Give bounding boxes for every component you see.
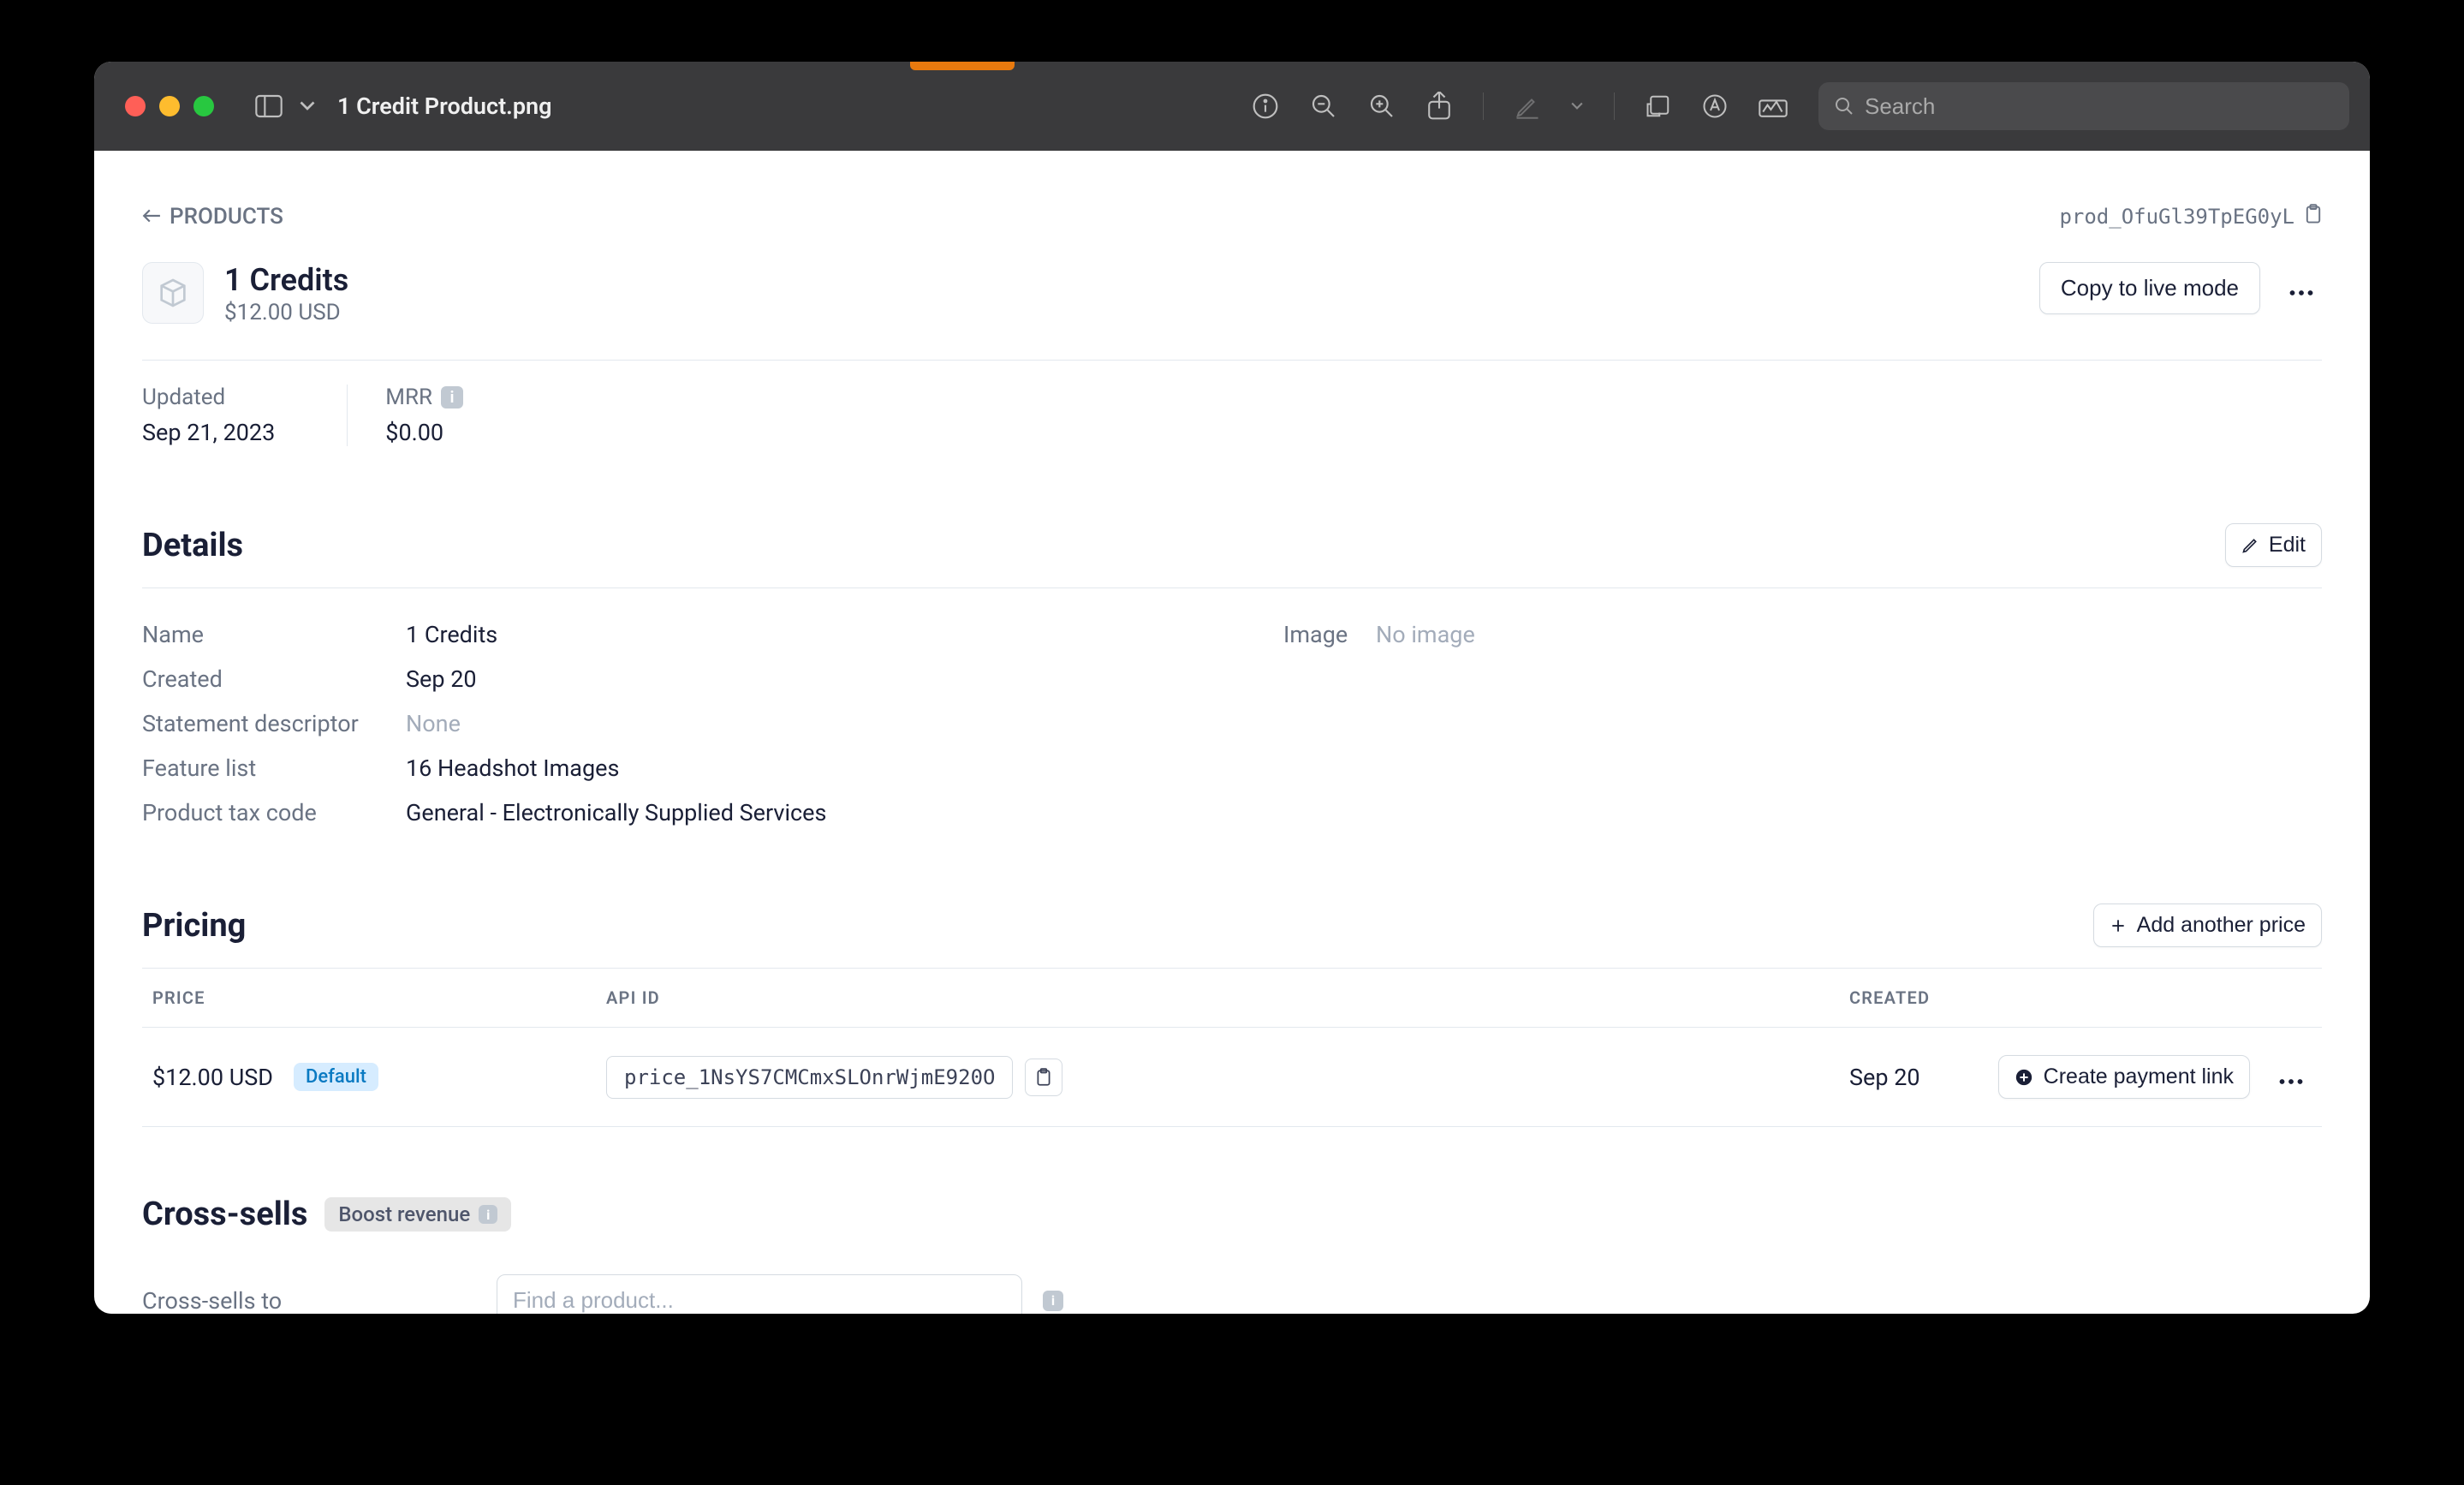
window-close-button[interactable] [125,96,146,116]
header-overflow-button[interactable] [2281,268,2322,308]
product-header: 1 Credits $12.00 USD Copy to live mode [142,262,2322,325]
boost-label: Boost revenue [338,1202,470,1226]
create-link-label: Create payment link [2044,1065,2234,1089]
search-icon [1834,96,1854,116]
window-title: 1 Credit Product.png [337,92,551,120]
sidebar-toggle-icon[interactable] [255,94,283,118]
detail-image-label: Image [1283,621,1376,648]
adjust-icon[interactable] [1759,94,1788,118]
add-price-button[interactable]: Add another price [2093,904,2322,947]
create-payment-link-button[interactable]: Create payment link [1998,1055,2250,1099]
info-icon[interactable] [1252,92,1279,120]
head-price: PRICE [152,987,606,1008]
detail-feat-label: Feature list [142,754,406,782]
row-price: $12.00 USD [152,1064,273,1091]
pricing-row[interactable]: $12.00 USD Default price_1NsYS7CMCmxSLOn… [142,1028,2322,1127]
section-head-details: Details Edit [142,523,2322,567]
edit-button[interactable]: Edit [2225,523,2322,567]
cross-sells-row: Cross-sells to i [142,1274,2322,1314]
info-tooltip-icon[interactable]: i [441,386,463,409]
pricing-table-head: PRICE API ID CREATED [142,969,2322,1028]
toolbar-divider [1614,92,1615,120]
info-tooltip-icon[interactable]: i [1043,1291,1063,1311]
edit-button-label: Edit [2269,533,2306,558]
breadcrumb-row: PRODUCTS prod_OfuGl39TpEG0yL [142,204,2322,230]
chevron-down-small-icon[interactable] [1571,102,1583,110]
search-input[interactable] [1865,93,2334,120]
share-icon[interactable] [1426,92,1452,121]
section-head-cross-sells: Cross-sells Boost revenue i [142,1196,2322,1233]
product-id: prod_OfuGl39TpEG0yL [2059,205,2294,229]
detail-feat-value: 16 Headshot Images [406,754,619,782]
cross-sells-input[interactable] [497,1274,1022,1314]
rotate-icon[interactable] [1646,93,1671,119]
stat-mrr: MRR i $0.00 [347,385,501,446]
divider [142,587,2322,588]
product-cube-icon [142,262,204,324]
stat-mrr-label: MRR [385,385,432,410]
row-overflow-button[interactable] [2271,1057,2312,1097]
stat-updated-label: Updated [142,385,275,410]
section-title-pricing: Pricing [142,907,246,945]
add-price-label: Add another price [2137,913,2306,938]
cross-sells-to-label: Cross-sells to [142,1287,476,1315]
test-mode-clip [910,62,1015,70]
window-maximize-button[interactable] [193,96,214,116]
head-api: API ID [606,987,1849,1008]
detail-tax-label: Product tax code [142,799,406,826]
stats-row: Updated Sep 21, 2023 MRR i $0.00 [142,361,2322,491]
traffic-lights [125,96,214,116]
copy-to-live-button[interactable]: Copy to live mode [2039,262,2260,314]
detail-stmt-value: None [406,710,461,737]
detail-image-value: No image [1376,621,1475,648]
page-content: PRODUCTS prod_OfuGl39TpEG0yL 1 Credits $… [94,151,2370,1314]
detail-name-label: Name [142,621,406,648]
product-id-wrap: prod_OfuGl39TpEG0yL [2059,204,2322,230]
markup-icon[interactable] [1702,93,1728,119]
app-window: 1 Credit Product.png [94,62,2370,1314]
boost-revenue-badge: Boost revenue i [324,1197,511,1232]
info-tooltip-icon[interactable]: i [479,1205,497,1224]
stat-updated-value: Sep 21, 2023 [142,419,275,446]
copy-api-id-button[interactable] [1025,1059,1062,1096]
zoom-in-icon[interactable] [1368,92,1396,120]
detail-stmt-label: Statement descriptor [142,710,406,737]
chevron-down-icon[interactable] [300,101,315,111]
zoom-out-icon[interactable] [1310,92,1337,120]
window-minimize-button[interactable] [159,96,180,116]
arrow-left-icon [142,204,161,230]
clipboard-icon[interactable] [2305,204,2322,230]
product-title: 1 Credits [224,262,348,298]
search-field[interactable] [1818,82,2349,130]
section-head-pricing: Pricing Add another price [142,904,2322,947]
section-title-details: Details [142,527,243,564]
toolbar-divider [1483,92,1484,120]
titlebar: 1 Credit Product.png [94,62,2370,151]
details-area: Name1 Credits CreatedSep 20 Statement de… [142,612,2322,835]
detail-created-value: Sep 20 [406,665,477,693]
api-id-pill[interactable]: price_1NsYS7CMCmxSLOnrWjmE920O [606,1056,1013,1099]
breadcrumb-products[interactable]: PRODUCTS [142,204,283,230]
breadcrumb-label: PRODUCTS [170,204,283,230]
section-title-cross-sells: Cross-sells [142,1196,307,1233]
stat-mrr-value: $0.00 [385,419,463,446]
row-created: Sep 20 [1849,1064,1952,1091]
detail-name-value: 1 Credits [406,621,497,648]
head-created: CREATED [1849,987,1952,1008]
default-badge: Default [294,1063,378,1091]
product-subprice: $12.00 USD [224,300,348,325]
detail-tax-value: General - Electronically Supplied Servic… [406,799,826,826]
detail-created-label: Created [142,665,406,693]
stat-updated: Updated Sep 21, 2023 [142,385,312,446]
pencil-icon[interactable] [1515,93,1540,119]
